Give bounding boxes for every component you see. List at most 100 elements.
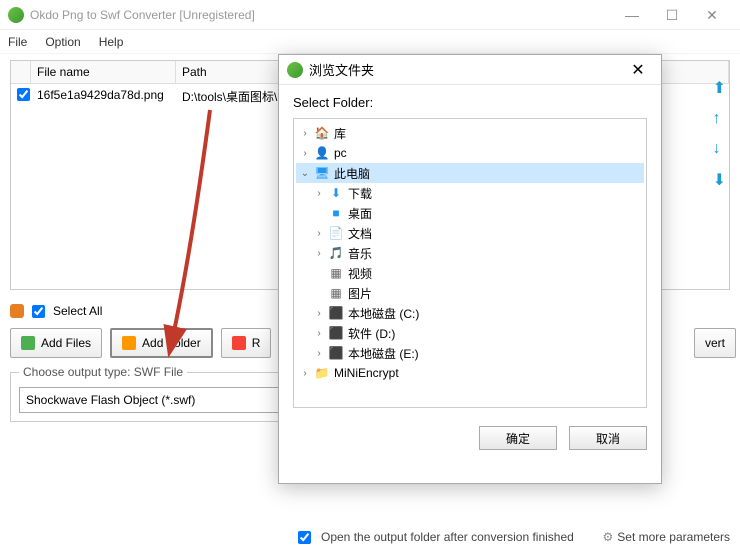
- output-type-group: Choose output type: SWF File: [10, 372, 300, 422]
- tree-expander-icon[interactable]: ›: [314, 188, 324, 199]
- minus-icon: [232, 336, 246, 350]
- tree-node-label: 桌面: [348, 205, 372, 222]
- move-down-icon[interactable]: ↓: [713, 140, 726, 158]
- open-after-checkbox[interactable]: [298, 531, 311, 544]
- side-icons: ⬆ ↑ ↓ ⬇: [713, 78, 726, 190]
- tree-node-icon: 🎵: [328, 246, 344, 260]
- browse-folder-dialog: 浏览文件夹 ✕ Select Folder: ›🏠库›👤pc⌄🖥此电脑›⬇下载■…: [278, 54, 662, 484]
- tree-node-icon: ⬛: [328, 326, 344, 340]
- tree-node-icon: ⬛: [328, 346, 344, 360]
- select-folder-label: Select Folder:: [293, 95, 647, 110]
- tree-node-label: 软件 (D:): [348, 325, 395, 342]
- set-more-link[interactable]: ⚙ Set more parameters: [603, 530, 730, 544]
- tree-expander-icon[interactable]: ⌄: [300, 168, 310, 179]
- tree-node-label: 图片: [348, 285, 372, 302]
- menu-help[interactable]: Help: [99, 35, 124, 49]
- maximize-button[interactable]: ☐: [652, 1, 692, 29]
- select-all-label: Select All: [53, 304, 102, 318]
- tree-expander-icon[interactable]: ›: [300, 148, 310, 159]
- close-button[interactable]: ✕: [692, 1, 732, 29]
- remove-button[interactable]: R: [221, 328, 272, 358]
- tree-node-label: 本地磁盘 (C:): [348, 305, 419, 322]
- tree-node-icon: 📁: [314, 366, 330, 380]
- window-title: Okdo Png to Swf Converter [Unregistered]: [30, 8, 612, 22]
- move-top-icon[interactable]: ⬆: [713, 78, 726, 98]
- move-up-icon[interactable]: ↑: [713, 110, 726, 128]
- dialog-titlebar: 浏览文件夹 ✕: [279, 55, 661, 85]
- tree-item[interactable]: › ⬛ 本地磁盘 (E:): [296, 343, 644, 363]
- col-checkbox: [11, 61, 31, 83]
- menubar: File Option Help: [0, 30, 740, 54]
- remove-label: R: [252, 336, 261, 350]
- set-more-label: Set more parameters: [617, 530, 730, 544]
- tree-expander-icon[interactable]: ›: [314, 228, 324, 239]
- add-files-label: Add Files: [41, 336, 91, 350]
- tree-item[interactable]: › 📁 MiNiEncrypt: [296, 363, 644, 383]
- dialog-cancel-button[interactable]: 取消: [569, 426, 647, 450]
- tree-item[interactable]: › 🏠 库: [296, 123, 644, 143]
- bottom-row: Open the output folder after conversion …: [0, 530, 740, 544]
- plus-icon: [21, 336, 35, 350]
- tree-item[interactable]: › ⬛ 软件 (D:): [296, 323, 644, 343]
- tree-node-icon: ▦: [328, 286, 344, 300]
- move-bottom-icon[interactable]: ⬇: [713, 170, 726, 190]
- open-after-label: Open the output folder after conversion …: [321, 530, 574, 544]
- tree-item[interactable]: ⌄ 🖥 此电脑: [296, 163, 644, 183]
- tree-item[interactable]: › 📄 文档: [296, 223, 644, 243]
- tree-node-icon: 📄: [328, 226, 344, 240]
- menu-file[interactable]: File: [8, 35, 27, 49]
- dialog-ok-button[interactable]: 确定: [479, 426, 557, 450]
- tree-node-icon: 🖥: [314, 166, 330, 180]
- output-type-input[interactable]: [19, 387, 279, 413]
- add-folder-label: Add Folder: [142, 336, 201, 350]
- menu-option[interactable]: Option: [45, 35, 80, 49]
- row-filename: 16f5e1a9429da78d.png: [31, 86, 176, 107]
- remove-icon[interactable]: [10, 304, 24, 318]
- gear-icon: ⚙: [603, 530, 614, 544]
- folder-icon: [122, 336, 136, 350]
- tree-node-label: pc: [334, 146, 347, 160]
- tree-node-label: 此电脑: [334, 165, 370, 182]
- add-files-button[interactable]: Add Files: [10, 328, 102, 358]
- tree-expander-icon[interactable]: ›: [314, 248, 324, 259]
- tree-node-icon: ⬇: [328, 186, 344, 200]
- tree-expander-icon[interactable]: ›: [314, 308, 324, 319]
- convert-button[interactable]: vert: [694, 328, 736, 358]
- tree-expander-icon[interactable]: ›: [314, 328, 324, 339]
- folder-tree[interactable]: › 🏠 库 › 👤 pc ⌄ 🖥 此电脑 › ⬇ 下载 ■ 桌面 › 📄 文档 › 🎵 音乐 ▦ 视频 ▦ 图片 › ⬛ 本地磁盘 …: [293, 118, 647, 408]
- minimize-button[interactable]: —: [612, 1, 652, 29]
- tree-node-icon: 👤: [314, 146, 330, 160]
- app-logo-icon: [8, 7, 24, 23]
- tree-node-icon: 🏠: [314, 126, 330, 140]
- add-folder-button[interactable]: Add Folder: [110, 328, 213, 358]
- tree-item[interactable]: › ⬇ 下载: [296, 183, 644, 203]
- tree-item[interactable]: › 🎵 音乐: [296, 243, 644, 263]
- row-checkbox[interactable]: [17, 88, 30, 101]
- tree-node-label: 库: [334, 125, 346, 142]
- tree-expander-icon[interactable]: ›: [314, 348, 324, 359]
- tree-item[interactable]: ▦ 图片: [296, 283, 644, 303]
- output-legend: Choose output type: SWF File: [19, 365, 187, 379]
- col-filename[interactable]: File name: [31, 61, 176, 83]
- tree-item[interactable]: › ⬛ 本地磁盘 (C:): [296, 303, 644, 323]
- tree-expander-icon[interactable]: ›: [300, 128, 310, 139]
- convert-label: vert: [705, 336, 725, 350]
- tree-node-label: 本地磁盘 (E:): [348, 345, 419, 362]
- tree-item[interactable]: ■ 桌面: [296, 203, 644, 223]
- tree-node-icon: ▦: [328, 266, 344, 280]
- dialog-title: 浏览文件夹: [309, 60, 623, 79]
- tree-node-icon: ■: [328, 206, 344, 220]
- dialog-logo-icon: [287, 62, 303, 78]
- tree-node-label: MiNiEncrypt: [334, 366, 399, 380]
- tree-item[interactable]: › 👤 pc: [296, 143, 644, 163]
- tree-node-label: 文档: [348, 225, 372, 242]
- tree-expander-icon[interactable]: ›: [300, 368, 310, 379]
- tree-item[interactable]: ▦ 视频: [296, 263, 644, 283]
- tree-node-label: 音乐: [348, 245, 372, 262]
- tree-node-label: 下载: [348, 185, 372, 202]
- select-all-checkbox[interactable]: [32, 305, 45, 318]
- titlebar: Okdo Png to Swf Converter [Unregistered]…: [0, 0, 740, 30]
- tree-node-label: 视频: [348, 265, 372, 282]
- dialog-close-button[interactable]: ✕: [623, 60, 653, 80]
- tree-node-icon: ⬛: [328, 306, 344, 320]
